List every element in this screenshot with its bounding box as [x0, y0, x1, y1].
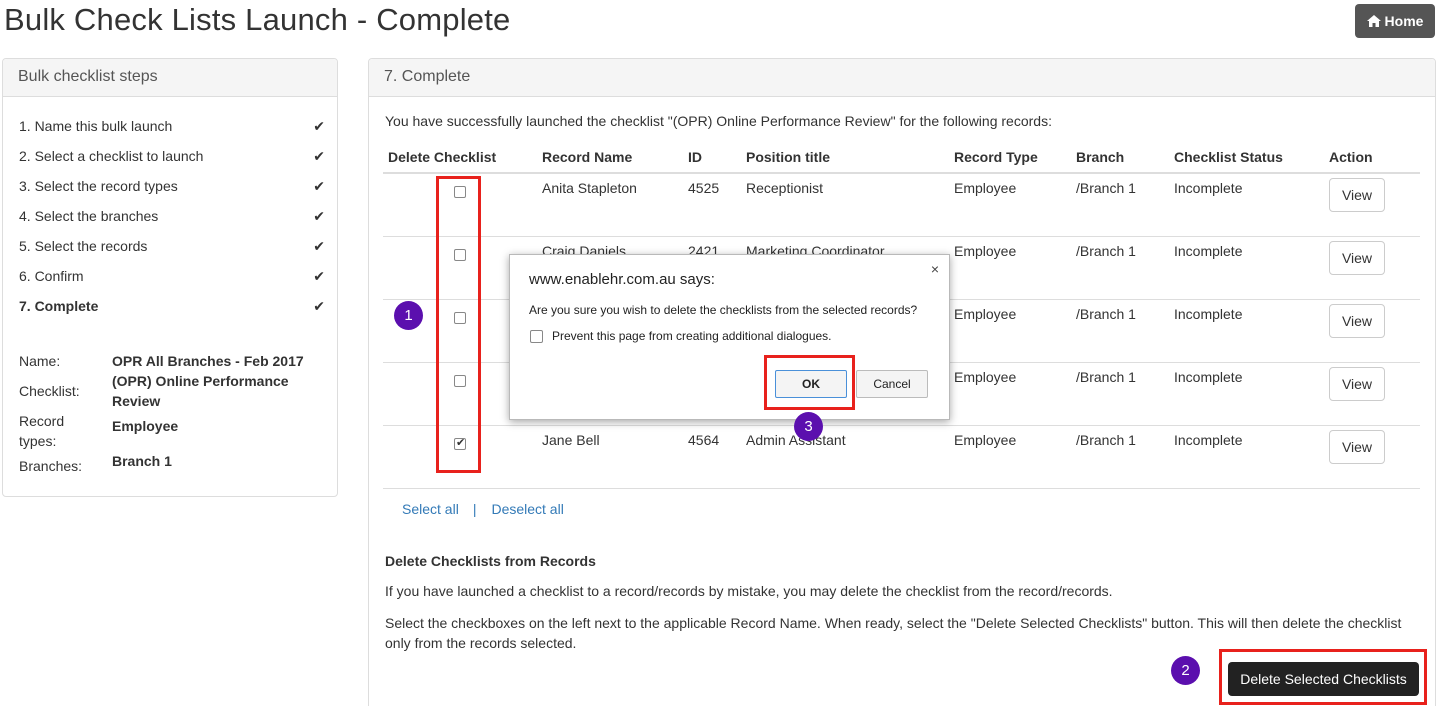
record-type: Employee — [949, 362, 1071, 426]
checkmark-icon: ✔ — [313, 118, 325, 134]
select-links: Select all | Deselect all — [402, 501, 564, 517]
complete-panel-heading: 7. Complete — [369, 59, 1435, 97]
column-header: Action — [1324, 141, 1420, 174]
summary-name-value: OPR All Branches - Feb 2017 — [112, 353, 304, 369]
step-label: 4. Select the branches — [19, 208, 159, 224]
view-button[interactable]: View — [1329, 429, 1385, 464]
record-type: Employee — [949, 173, 1071, 237]
dialog-title: www.enablehr.com.au says: — [529, 271, 715, 288]
step-item-2: 2. Select a checklist to launch ✔ — [19, 148, 325, 164]
table-row: Jane Bell 4564 Admin Assistant Employee … — [383, 425, 1420, 489]
table-header-row: Delete Checklist Record Name ID Position… — [383, 141, 1420, 174]
checkmark-icon: ✔ — [313, 148, 325, 164]
checkmark-icon: ✔ — [313, 178, 325, 194]
summary-record-types-value: Employee — [112, 418, 179, 434]
step-label: 1. Name this bulk launch — [19, 118, 173, 134]
checklist-status: Incomplete — [1169, 173, 1324, 237]
step-item-6: 6. Confirm ✔ — [19, 268, 325, 284]
record-name: Jane Bell — [537, 425, 683, 489]
delete-section-heading: Delete Checklists from Records — [385, 553, 596, 569]
dialog-message: Are you sure you wish to delete the chec… — [529, 303, 918, 317]
page-title: Bulk Check Lists Launch - Complete — [4, 2, 511, 37]
home-icon — [1366, 15, 1381, 27]
step-label: 6. Confirm — [19, 268, 84, 284]
record-id: 4525 — [683, 173, 741, 237]
view-button[interactable]: View — [1329, 366, 1385, 401]
step-item-1: 1. Name this bulk launch ✔ — [19, 118, 325, 134]
record-id: 4564 — [683, 425, 741, 489]
checkmark-icon: ✔ — [313, 298, 325, 314]
view-button[interactable]: View — [1329, 303, 1385, 338]
branch: /Branch 1 — [1071, 299, 1169, 363]
link-separator: | — [472, 501, 477, 517]
summary-branches-value: Branch 1 — [112, 453, 172, 469]
delete-instructions-1: If you have launched a checklist to a re… — [385, 583, 1113, 599]
step-label: 5. Select the records — [19, 238, 148, 254]
home-label: Home — [1384, 13, 1424, 29]
delete-button-highlight — [1219, 649, 1427, 705]
record-type: Employee — [949, 425, 1071, 489]
column-header: Checklist Status — [1169, 141, 1324, 174]
summary-branches-label: Branches: — [19, 458, 83, 474]
prevent-dialogues-option[interactable]: Prevent this page from creating addition… — [530, 329, 832, 343]
summary-checklist-label: Checklist: — [19, 383, 80, 399]
summary-record-types-label: Record types: — [19, 413, 65, 449]
table-row: Anita Stapleton 4525 Receptionist Employ… — [383, 173, 1420, 237]
step-item-3: 3. Select the record types ✔ — [19, 178, 325, 194]
steps-panel: Bulk checklist steps 1. Name this bulk l… — [2, 58, 338, 497]
step-badge-2: 2 — [1171, 656, 1200, 685]
column-header: Delete Checklist — [383, 141, 537, 174]
column-header: Record Name — [537, 141, 683, 174]
select-all-link[interactable]: Select all — [402, 501, 459, 517]
step-item-4: 4. Select the branches ✔ — [19, 208, 325, 224]
close-icon[interactable]: × — [931, 261, 939, 277]
step-label: 7. Complete — [19, 298, 99, 314]
checklist-status: Incomplete — [1169, 299, 1324, 363]
branch: /Branch 1 — [1071, 362, 1169, 426]
prevent-dialogues-label: Prevent this page from creating addition… — [552, 329, 832, 343]
record-type: Employee — [949, 299, 1071, 363]
step-item-5: 5. Select the records ✔ — [19, 238, 325, 254]
checklist-status: Incomplete — [1169, 362, 1324, 426]
column-header: ID — [683, 141, 741, 174]
checkmark-icon: ✔ — [313, 238, 325, 254]
view-button[interactable]: View — [1329, 240, 1385, 275]
cancel-button[interactable]: Cancel — [856, 370, 928, 398]
checklist-status: Incomplete — [1169, 236, 1324, 300]
summary-name-label: Name: — [19, 353, 61, 369]
step-badge-1: 1 — [394, 301, 423, 330]
column-header: Branch — [1071, 141, 1169, 174]
column-header: Position title — [741, 141, 949, 174]
ok-button-highlight — [764, 355, 855, 410]
step-label: 2. Select a checklist to launch — [19, 148, 204, 164]
steps-panel-heading: Bulk checklist steps — [3, 59, 337, 97]
checklist-status: Incomplete — [1169, 425, 1324, 489]
checkmark-icon: ✔ — [313, 208, 325, 224]
view-button[interactable]: View — [1329, 178, 1385, 212]
step-badge-3: 3 — [794, 412, 823, 441]
confirm-dialog: www.enablehr.com.au says: × Are you sure… — [509, 254, 950, 420]
branch: /Branch 1 — [1071, 173, 1169, 237]
record-name: Anita Stapleton — [537, 173, 683, 237]
position-title: Receptionist — [741, 173, 949, 237]
delete-instructions-2: Select the checkboxes on the left next t… — [385, 615, 1402, 651]
column-header: Record Type — [949, 141, 1071, 174]
step-label: 3. Select the record types — [19, 178, 178, 194]
summary-checklist-value: (OPR) Online Performance Review — [112, 373, 289, 409]
home-button[interactable]: Home — [1355, 4, 1435, 38]
branch: /Branch 1 — [1071, 236, 1169, 300]
deselect-all-link[interactable]: Deselect all — [491, 501, 563, 517]
branch: /Branch 1 — [1071, 425, 1169, 489]
position-title: Admin Assistant — [741, 425, 949, 489]
success-message: You have successfully launched the check… — [385, 113, 1052, 129]
record-type: Employee — [949, 236, 1071, 300]
prevent-dialogues-checkbox[interactable] — [530, 329, 543, 343]
step-item-7: 7. Complete ✔ — [19, 298, 325, 314]
checkbox-column-highlight — [436, 176, 481, 473]
checkmark-icon: ✔ — [313, 268, 325, 284]
